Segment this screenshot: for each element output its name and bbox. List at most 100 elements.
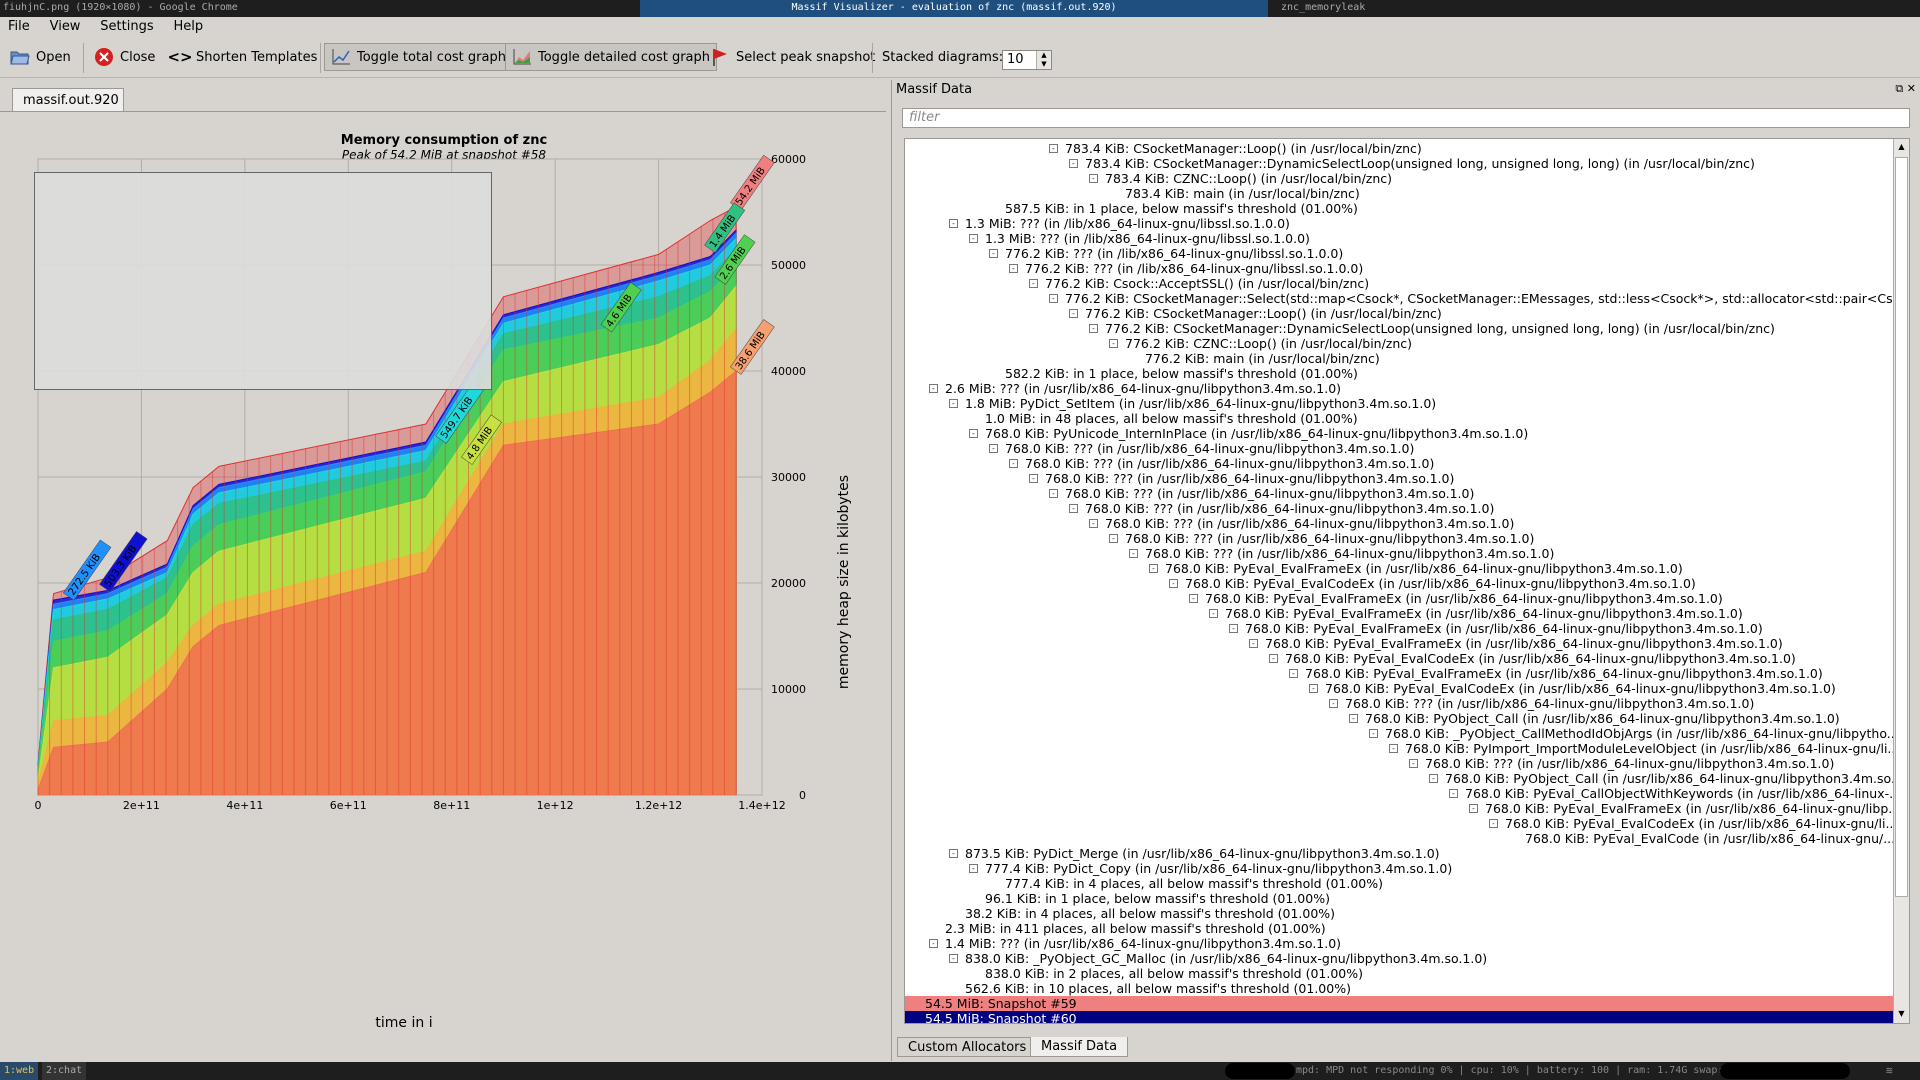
collapse-icon[interactable]: -: [1009, 459, 1018, 468]
collapse-icon[interactable]: -: [949, 954, 958, 963]
workspace-chat[interactable]: 2:chat: [42, 1062, 87, 1080]
tree-row[interactable]: -768.0 KiB: PyEval_EvalFrameEx (in /usr/…: [905, 621, 1893, 636]
tree-row[interactable]: -768.0 KiB: PyEval_EvalFrameEx (in /usr/…: [905, 591, 1893, 606]
tree-row[interactable]: 838.0 KiB: in 2 places, all below massif…: [905, 966, 1893, 981]
tree-row[interactable]: -768.0 KiB: PyEval_EvalCodeEx (in /usr/l…: [905, 816, 1893, 831]
tree-row[interactable]: -1.4 MiB: ??? (in /usr/lib/x86_64-linux-…: [905, 936, 1893, 951]
scroll-up-icon[interactable]: ▲: [1895, 140, 1908, 154]
collapse-icon[interactable]: -: [1169, 579, 1178, 588]
tree-row[interactable]: 54.5 MiB: Snapshot #59: [905, 996, 1893, 1011]
spin-down-icon[interactable]: ▼: [1037, 60, 1051, 69]
collapse-icon[interactable]: -: [1009, 264, 1018, 273]
tab-massif-data[interactable]: Massif Data: [1030, 1037, 1129, 1057]
menu-view[interactable]: View: [42, 17, 89, 34]
toggle-detailed-cost-graph-button[interactable]: Toggle detailed cost graph: [505, 43, 718, 71]
collapse-icon[interactable]: -: [1089, 174, 1098, 183]
file-tab[interactable]: massif.out.920: [12, 88, 124, 112]
tree-row[interactable]: -768.0 KiB: PyImport_ImportModuleLevelOb…: [905, 741, 1893, 756]
tree-row[interactable]: -768.0 KiB: PyEval_EvalFrameEx (in /usr/…: [905, 561, 1893, 576]
collapse-icon[interactable]: -: [929, 384, 938, 393]
open-button[interactable]: Open: [4, 43, 77, 71]
collapse-icon[interactable]: -: [1329, 699, 1338, 708]
collapse-icon[interactable]: -: [969, 429, 978, 438]
tree-row[interactable]: 1.0 MiB: in 48 places, all below massif'…: [905, 411, 1893, 426]
select-peak-snapshot-button[interactable]: Select peak snapshot: [704, 43, 881, 71]
collapse-icon[interactable]: -: [1449, 789, 1458, 798]
scroll-down-icon[interactable]: ▼: [1895, 1007, 1908, 1021]
tree-row[interactable]: -776.2 KiB: CSocketManager::Loop() (in /…: [905, 306, 1893, 321]
tree-row[interactable]: 562.6 KiB: in 10 places, all below massi…: [905, 981, 1893, 996]
collapse-icon[interactable]: -: [949, 849, 958, 858]
scroll-thumb[interactable]: [1895, 157, 1908, 897]
tree-row[interactable]: -1.8 MiB: PyDict_SetItem (in /usr/lib/x8…: [905, 396, 1893, 411]
collapse-icon[interactable]: -: [1069, 159, 1078, 168]
tree-row[interactable]: 776.2 KiB: main (in /usr/local/bin/znc): [905, 351, 1893, 366]
collapse-icon[interactable]: -: [1209, 609, 1218, 618]
collapse-icon[interactable]: -: [929, 939, 938, 948]
collapse-icon[interactable]: -: [1049, 144, 1058, 153]
collapse-icon[interactable]: -: [1429, 774, 1438, 783]
tree-row[interactable]: -873.5 KiB: PyDict_Merge (in /usr/lib/x8…: [905, 846, 1893, 861]
toggle-total-cost-graph-button[interactable]: Toggle total cost graph: [324, 43, 513, 71]
workspace-web[interactable]: 1:web: [0, 1062, 39, 1080]
collapse-icon[interactable]: -: [1089, 519, 1098, 528]
menu-file[interactable]: File: [0, 17, 38, 34]
tree-row[interactable]: 582.2 KiB: in 1 place, below massif's th…: [905, 366, 1893, 381]
tree-row[interactable]: -768.0 KiB: PyEval_EvalCodeEx (in /usr/l…: [905, 576, 1893, 591]
tree-row[interactable]: -768.0 KiB: PyObject_Call (in /usr/lib/x…: [905, 771, 1893, 786]
tree-row[interactable]: -776.2 KiB: CSocketManager::DynamicSelec…: [905, 321, 1893, 336]
collapse-icon[interactable]: -: [1469, 804, 1478, 813]
menu-help[interactable]: Help: [165, 17, 211, 34]
collapse-icon[interactable]: -: [989, 249, 998, 258]
tree-row[interactable]: -1.3 MiB: ??? (in /lib/x86_64-linux-gnu/…: [905, 216, 1893, 231]
tree-row[interactable]: -768.0 KiB: ??? (in /usr/lib/x86_64-linu…: [905, 531, 1893, 546]
tree-row[interactable]: -768.0 KiB: PyEval_EvalFrameEx (in /usr/…: [905, 636, 1893, 651]
menu-settings[interactable]: Settings: [92, 17, 161, 34]
collapse-icon[interactable]: -: [1389, 744, 1398, 753]
tree-row[interactable]: -768.0 KiB: ??? (in /usr/lib/x86_64-linu…: [905, 456, 1893, 471]
tree-row[interactable]: -1.3 MiB: ??? (in /lib/x86_64-linux-gnu/…: [905, 231, 1893, 246]
tree-row[interactable]: -768.0 KiB: ??? (in /usr/lib/x86_64-linu…: [905, 696, 1893, 711]
collapse-icon[interactable]: -: [1069, 309, 1078, 318]
tree-row[interactable]: -768.0 KiB: PyObject_Call (in /usr/lib/x…: [905, 711, 1893, 726]
collapse-icon[interactable]: -: [1349, 714, 1358, 723]
collapse-icon[interactable]: -: [1489, 819, 1498, 828]
collapse-icon[interactable]: -: [1149, 564, 1158, 573]
tree-row[interactable]: 38.2 KiB: in 4 places, all below massif'…: [905, 906, 1893, 921]
tree-row[interactable]: -776.2 KiB: ??? (in /lib/x86_64-linux-gn…: [905, 246, 1893, 261]
tree-row[interactable]: -776.2 KiB: ??? (in /lib/x86_64-linux-gn…: [905, 261, 1893, 276]
collapse-icon[interactable]: -: [1229, 624, 1238, 633]
collapse-icon[interactable]: -: [1109, 534, 1118, 543]
tab-custom-allocators[interactable]: Custom Allocators: [897, 1037, 1038, 1057]
collapse-icon[interactable]: -: [989, 444, 998, 453]
collapse-icon[interactable]: -: [969, 864, 978, 873]
filter-input[interactable]: filter: [902, 108, 1910, 128]
tree-row[interactable]: 768.0 KiB: PyEval_EvalCode (in /usr/lib/…: [905, 831, 1893, 846]
collapse-icon[interactable]: -: [1109, 339, 1118, 348]
tree-scrollbar[interactable]: ▲ ▼: [1893, 139, 1909, 1023]
left-window-title[interactable]: fiuhjnC.png (1920×1080) - Google Chrome: [3, 2, 238, 13]
tree-row[interactable]: 54.5 MiB: Snapshot #60: [905, 1011, 1893, 1023]
collapse-icon[interactable]: -: [1189, 594, 1198, 603]
tree-row[interactable]: -768.0 KiB: PyEval_EvalCodeEx (in /usr/l…: [905, 651, 1893, 666]
collapse-icon[interactable]: -: [1129, 549, 1138, 558]
tree-row[interactable]: -776.2 KiB: CZNC::Loop() (in /usr/local/…: [905, 336, 1893, 351]
tree-row[interactable]: -783.4 KiB: CZNC::Loop() (in /usr/local/…: [905, 171, 1893, 186]
collapse-icon[interactable]: -: [1069, 504, 1078, 513]
collapse-icon[interactable]: -: [1049, 489, 1058, 498]
tree-row[interactable]: -838.0 KiB: _PyObject_GC_Malloc (in /usr…: [905, 951, 1893, 966]
tree-row[interactable]: -768.0 KiB: PyEval_EvalFrameEx (in /usr/…: [905, 801, 1893, 816]
tree-row[interactable]: 96.1 KiB: in 1 place, below massif's thr…: [905, 891, 1893, 906]
collapse-icon[interactable]: -: [1029, 279, 1038, 288]
tree-row[interactable]: -768.0 KiB: ??? (in /usr/lib/x86_64-linu…: [905, 486, 1893, 501]
stacked-diagrams-spinbox[interactable]: 10 ▲ ▼: [1002, 50, 1052, 70]
spin-up-icon[interactable]: ▲: [1037, 51, 1051, 60]
tree-row[interactable]: -768.0 KiB: ??? (in /usr/lib/x86_64-linu…: [905, 501, 1893, 516]
tree-row[interactable]: -777.4 KiB: PyDict_Copy (in /usr/lib/x86…: [905, 861, 1893, 876]
tree-row[interactable]: -768.0 KiB: ??? (in /usr/lib/x86_64-linu…: [905, 441, 1893, 456]
tree-row[interactable]: -783.4 KiB: CSocketManager::DynamicSelec…: [905, 156, 1893, 171]
tree-row[interactable]: -768.0 KiB: PyEval_EvalFrameEx (in /usr/…: [905, 606, 1893, 621]
active-window-title[interactable]: Massif Visualizer - evaluation of znc (m…: [640, 0, 1268, 17]
shorten-templates-button[interactable]: <> Shorten Templates: [164, 43, 323, 71]
collapse-icon[interactable]: -: [949, 399, 958, 408]
